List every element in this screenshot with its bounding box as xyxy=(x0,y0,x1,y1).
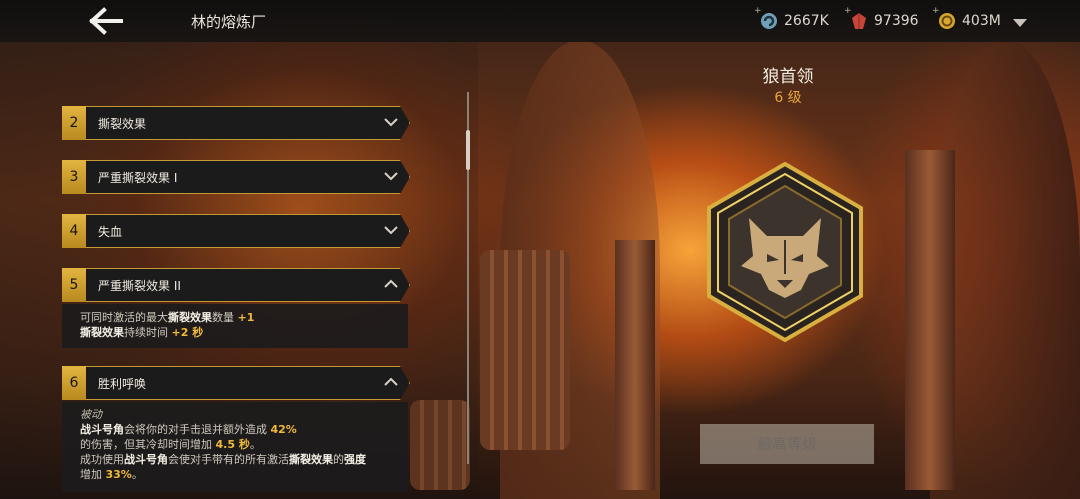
skill-row-3[interactable]: 3 严重撕裂效果 I xyxy=(62,160,410,194)
desc-line: 撕裂效果持续时间 +2 秒 xyxy=(80,326,204,339)
gold-coin-icon xyxy=(938,12,956,30)
rank-title: 狼首领 xyxy=(762,67,814,87)
desc-line: 成功使用战斗号角会使对手带有的所有激活撕裂效果的强度 xyxy=(80,453,366,466)
skill-number: 6 xyxy=(62,366,86,400)
skill-row-6[interactable]: 6 胜利呼唤 xyxy=(62,366,410,400)
page-title: 林的熔炼厂 xyxy=(191,13,267,31)
gear-swirl-icon xyxy=(760,12,778,30)
skill-number: 4 xyxy=(62,214,86,248)
skill-label: 失血 xyxy=(98,225,123,239)
skill-row-2[interactable]: 2 撕裂效果 xyxy=(62,106,410,140)
skill-label: 撕裂效果 xyxy=(98,117,147,131)
top-bar: 林的熔炼厂 + 2667K + 97396 + 403M xyxy=(0,0,1080,42)
wolf-head-icon xyxy=(705,161,865,343)
back-arrow-icon[interactable] xyxy=(88,6,124,36)
resource-coin[interactable]: + 403M xyxy=(932,6,1001,32)
red-gem-icon xyxy=(850,12,868,30)
desc-line: 战斗号角会将你的对手击退并额外造成 42% xyxy=(80,423,297,436)
desc-passive: 被动 xyxy=(80,408,102,421)
skill-label: 胜利呼唤 xyxy=(98,377,147,391)
skill-number: 5 xyxy=(62,268,86,302)
chevron-down-icon xyxy=(384,226,398,235)
desc-line: 的伤害，但其冷却时间增加 4.5 秒。 xyxy=(80,438,261,451)
chevron-up-icon xyxy=(384,279,398,288)
resource-coin-value: 403M xyxy=(962,13,1001,29)
skill-number: 3 xyxy=(62,160,86,194)
scrollbar-thumb[interactable] xyxy=(466,130,470,170)
skill-6-description: 被动 战斗号角会将你的对手击退并额外造成 42% 的伤害，但其冷却时间增加 4.… xyxy=(62,402,408,492)
skill-label: 严重撕裂效果 I xyxy=(98,171,178,185)
chevron-down-icon[interactable] xyxy=(1012,14,1028,27)
skill-number: 2 xyxy=(62,106,86,140)
chevron-down-icon xyxy=(384,118,398,127)
resource-gem[interactable]: + 97396 xyxy=(844,6,919,32)
skill-label: 严重撕裂效果 II xyxy=(98,279,181,293)
skill-row-5[interactable]: 5 严重撕裂效果 II xyxy=(62,268,410,302)
skill-row-4[interactable]: 4 失血 xyxy=(62,214,410,248)
desc-line: 可同时激活的最大撕裂效果数量 +1 xyxy=(80,311,255,324)
desc-line: 增加 33%。 xyxy=(80,468,143,481)
chevron-down-icon xyxy=(384,172,398,181)
resource-gem-value: 97396 xyxy=(874,13,919,29)
skill-5-description: 可同时激活的最大撕裂效果数量 +1 撕裂效果持续时间 +2 秒 xyxy=(62,304,408,348)
max-level-button[interactable]: 最高等级 xyxy=(700,424,874,464)
chevron-up-icon xyxy=(384,377,398,386)
rank-level: 6 级 xyxy=(774,90,802,106)
resource-gear-value: 2667K xyxy=(784,13,829,29)
resource-gear[interactable]: + 2667K xyxy=(754,6,829,32)
